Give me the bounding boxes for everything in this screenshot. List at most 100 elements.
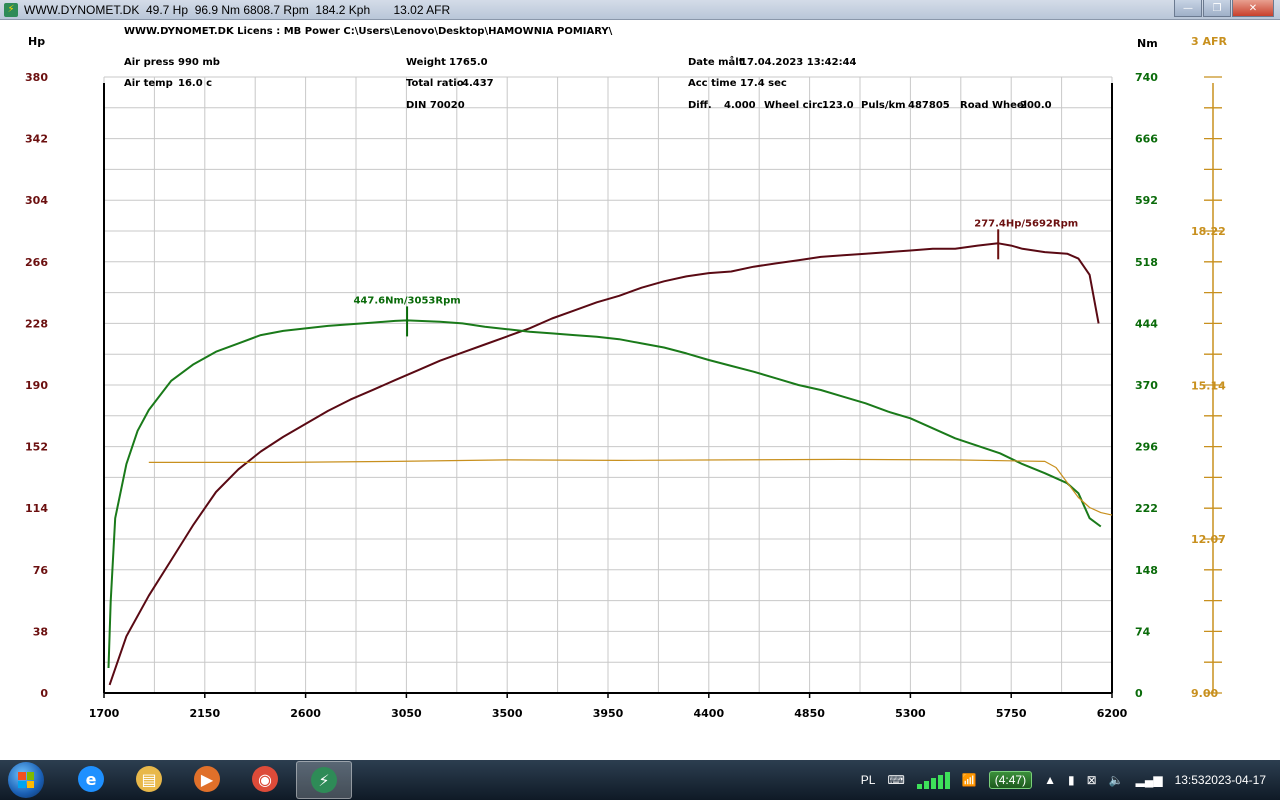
x-tick-label: 4850 [794, 707, 825, 720]
start-button[interactable] [8, 762, 44, 798]
puls-km-value: 487805 [908, 100, 950, 111]
window-title: WWW.DYNOMET.DK 49.7 Hp 96.9 Nm 6808.7 Rp… [24, 2, 451, 17]
nm-axis-label: Nm [1137, 37, 1158, 50]
weight-value: 1765.0 [449, 57, 488, 68]
x-tick-label: 5750 [996, 707, 1027, 720]
windows-taskbar: e ▤ ▶ ◉ ⚡ PL ⌨ 📶 (4:47) ▲ ▮ ⊠ 🔈 ▂▄▆ 13:53 20… [0, 760, 1280, 800]
language-indicator[interactable]: PL [861, 773, 876, 787]
hp-tick-label: 342 [25, 133, 48, 146]
taskbar-apps: e ▤ ▶ ◉ ⚡ [60, 761, 352, 799]
battery-time-badge[interactable]: (4:47) [988, 771, 1033, 789]
system-clock[interactable]: 13:53 2023-04-17 [1175, 773, 1266, 788]
din-standard: DIN 70020 [406, 100, 465, 111]
weight-label: Weight [406, 57, 446, 68]
acc-time-label: Acc time [688, 78, 737, 89]
nm-tick-label: 444 [1135, 317, 1158, 330]
file-explorer-icon: ▤ [136, 766, 162, 792]
nm-tick-label: 518 [1135, 256, 1158, 269]
volume-icon[interactable]: 🔈 [1109, 773, 1124, 787]
series-line-nm [107, 319, 1102, 669]
series-line-afr [148, 458, 1113, 516]
nm-tick-label: 666 [1135, 133, 1158, 146]
nm-tick-label: 74 [1135, 625, 1151, 638]
show-hidden-icons-icon[interactable]: ▲ [1044, 773, 1056, 787]
road-wheel-label: Road Wheel [960, 100, 1027, 111]
road-wheel-value: 200.0 [1020, 100, 1052, 111]
hp-tick-label: 38 [33, 625, 48, 638]
hp-tick-label: 114 [25, 502, 48, 515]
hp-tick-label: 152 [25, 441, 48, 454]
series-line-hp [108, 242, 1100, 686]
chart-axes: 1700 2150 2600 3050 3500 3950 4400 4850 5300 5750… [25, 35, 1227, 720]
chart-series [107, 242, 1113, 686]
close-button[interactable]: ✕ [1232, 0, 1274, 17]
battery-icon[interactable]: ▮ [1068, 773, 1075, 787]
taskbar-app-button[interactable]: ⚡ [296, 761, 352, 799]
maximize-button[interactable]: ❐ [1203, 0, 1231, 17]
taskbar-app-button[interactable]: e [64, 761, 118, 797]
hp-axis-label: Hp [28, 35, 45, 48]
nm-tick-label: 0 [1135, 687, 1143, 700]
nm-tick-label: 592 [1135, 194, 1158, 207]
dyno-chart: 1700 2150 2600 3050 3500 3950 4400 4850 5300 5750… [25, 26, 1227, 720]
hp-tick-label: 380 [25, 71, 48, 84]
afr-tick-label: 15.14 [1191, 379, 1226, 392]
nm-tick-label: 370 [1135, 379, 1158, 392]
x-tick-label: 3500 [492, 707, 523, 720]
x-tick-label: 5300 [895, 707, 926, 720]
air-temp-label: Air temp [124, 78, 173, 89]
clock-time: 13:53 [1174, 772, 1205, 787]
afr-tick-label: 12.07 [1191, 533, 1226, 546]
x-tick-label: 1700 [89, 707, 120, 720]
window-titlebar[interactable]: ⚡ WWW.DYNOMET.DK 49.7 Hp 96.9 Nm 6808.7 … [0, 0, 1280, 20]
taskbar-app-button[interactable]: ▶ [180, 761, 234, 797]
clock-date: 2023-04-17 [1204, 772, 1266, 787]
air-press-value: 990 mb [178, 57, 220, 68]
peak-label-nm: 447.6Nm/3053Rpm [353, 295, 460, 306]
hp-tick-label: 190 [25, 379, 48, 392]
x-tick-label: 2600 [290, 707, 321, 720]
wheel-circ-value: 123.0 [822, 100, 854, 111]
peak-label-hp: 277.4Hp/5692Rpm [974, 218, 1078, 229]
dyno-chart-area: 1700 2150 2600 3050 3500 3950 4400 4850 5300 5750… [0, 20, 1280, 760]
chart-grid [103, 76, 1113, 694]
signal-meter-icon[interactable] [916, 771, 950, 789]
x-tick-label: 2150 [189, 707, 220, 720]
license-line: WWW.DYNOMET.DK Licens : MB Power C:\User… [124, 26, 613, 37]
puls-km-label: Puls/km [861, 100, 906, 111]
diff-value: 4.000 [724, 100, 756, 111]
ratio-label: Total ratio [406, 78, 464, 89]
media-player-icon: ▶ [194, 766, 220, 792]
signal-strength-icon[interactable]: ▂▄▆ [1136, 773, 1163, 787]
air-press-label: Air press [124, 57, 174, 68]
run-info-header: WWW.DYNOMET.DK Licens : MB Power C:\User… [124, 26, 1052, 111]
keyboard-icon[interactable]: ⌨ [887, 773, 904, 787]
dynomet-taskbar-icon: ⚡ [311, 767, 337, 793]
taskbar-app-button[interactable]: ◉ [238, 761, 292, 797]
windows-logo-icon [18, 772, 34, 788]
nm-tick-label: 296 [1135, 441, 1158, 454]
hp-tick-label: 0 [40, 687, 48, 700]
network-icon[interactable]: ⊠ [1087, 773, 1097, 787]
taskbar-app-button[interactable]: ▤ [122, 761, 176, 797]
dynomet-app-icon: ⚡ [4, 2, 18, 17]
nm-tick-label: 740 [1135, 71, 1158, 84]
diff-label: Diff. [688, 100, 712, 111]
hp-tick-label: 228 [25, 317, 48, 330]
ratio-value: 4.437 [462, 78, 494, 89]
hp-tick-label: 76 [33, 564, 49, 577]
minimize-button[interactable]: — [1174, 0, 1202, 17]
x-tick-label: 3050 [391, 707, 422, 720]
nm-tick-label: 222 [1135, 502, 1158, 515]
wireless-icon[interactable]: 📶 [962, 773, 977, 787]
nm-tick-label: 148 [1135, 564, 1158, 577]
x-tick-label: 3950 [593, 707, 624, 720]
hp-tick-label: 266 [25, 256, 48, 269]
window-controls: — ❐ ✕ [1173, 0, 1274, 18]
date-value: 17.04.2023 13:42:44 [740, 57, 857, 68]
system-tray: PL ⌨ 📶 (4:47) ▲ ▮ ⊠ 🔈 ▂▄▆ 13:53 2023-04-… [855, 760, 1280, 800]
afr-tick-label: 9.00 [1191, 687, 1218, 700]
chart-annotations: 277.4Hp/5692Rpm 447.6Nm/3053Rpm [353, 218, 1078, 337]
hp-tick-label: 304 [25, 194, 48, 207]
afr-axis-label: 3 AFR [1191, 35, 1228, 48]
